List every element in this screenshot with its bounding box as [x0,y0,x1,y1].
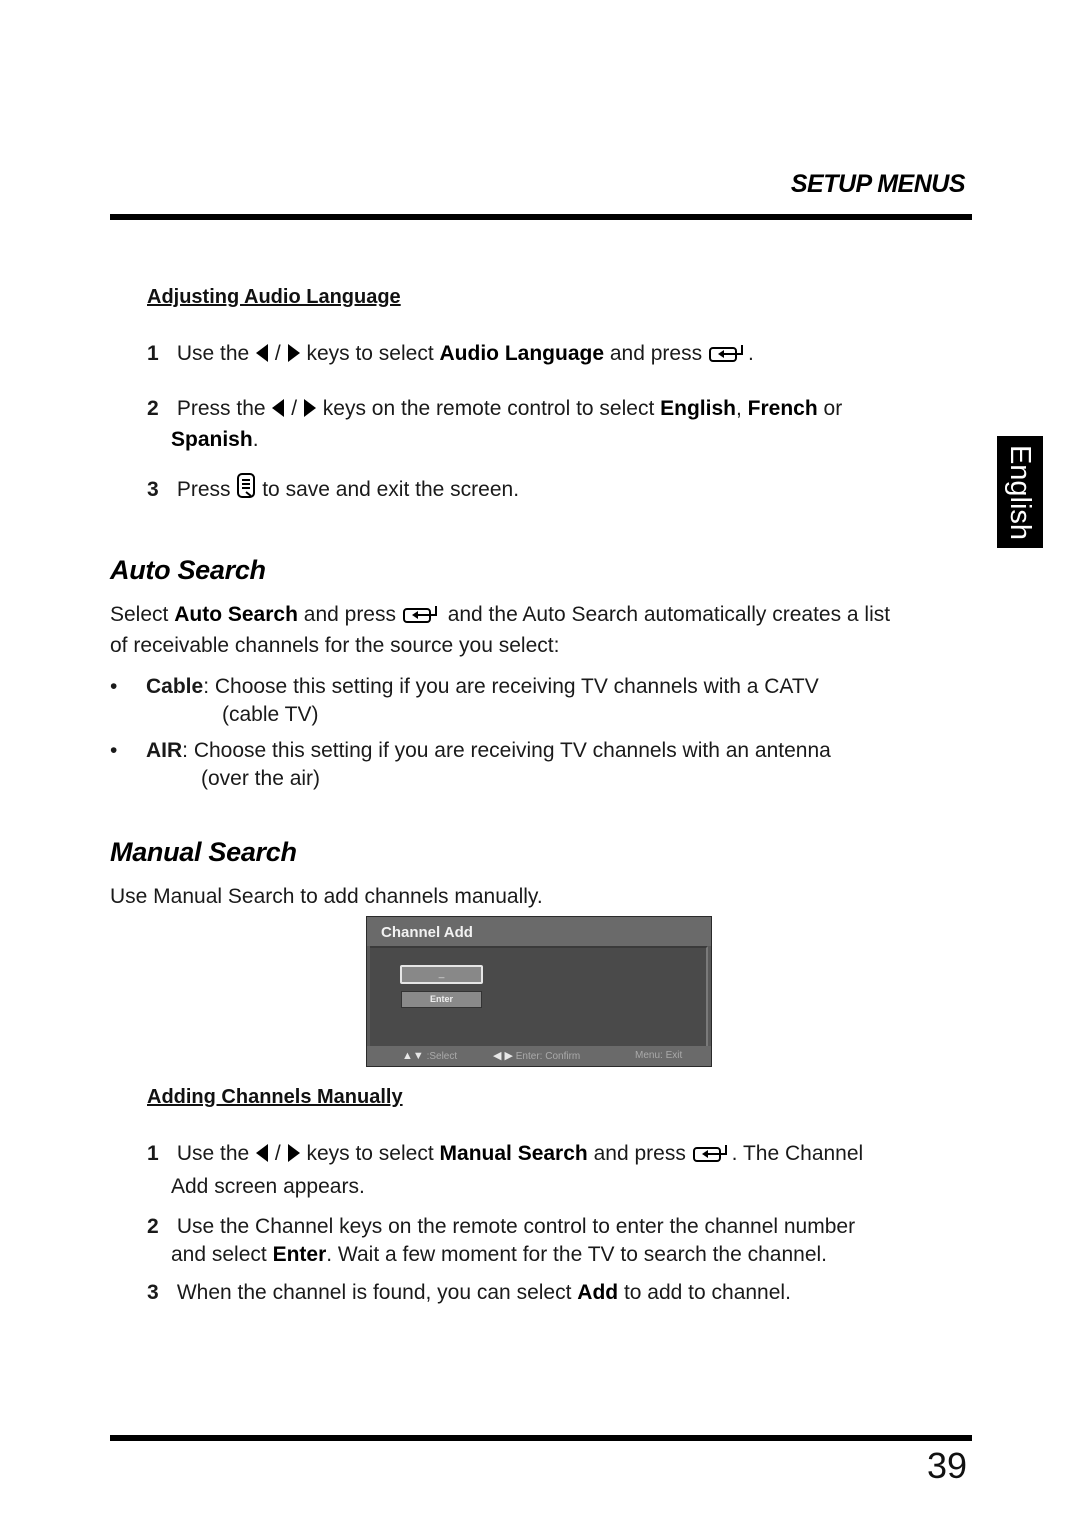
channel-add-footer: ▲▼ :Select ◀ ▶ Enter: Confirm Menu: Exit [367,1046,711,1066]
hint-text: :Select [426,1051,458,1062]
step-text: and press [593,1142,686,1165]
para-emphasis: Auto Search [174,603,298,626]
step-emphasis: Enter [272,1243,327,1266]
step-continuation: Spanish. [147,426,977,454]
step-text: . [747,342,754,365]
manual-step-3: 3 When the channel is found, you can sel… [147,1279,977,1307]
step-text: keys to select [306,342,434,365]
left-arrow-key-icon [255,1143,269,1171]
auto-search-intro: Select Auto Search and press and the Aut… [110,601,980,660]
footer-divider [110,1435,972,1441]
key-separator: / [274,1142,281,1165]
step-text: keys on the remote control to select [322,397,655,420]
step-text: . Wait a few moment for the TV to search… [326,1243,828,1266]
step-continuation: Add screen appears. [171,1175,365,1198]
left-right-arrows-icon: ◀ ▶ [493,1050,513,1062]
step-text: . [252,428,259,451]
para-text: and the Auto Search automatically create… [447,603,891,626]
right-arrow-key-icon [303,398,317,426]
up-down-arrows-icon: ▲▼ [402,1050,424,1062]
manual-step-2: 2 Use the Channel keys on the remote con… [147,1213,977,1269]
step-continuation: and select Enter. Wait a few moment for … [147,1241,977,1269]
audio-step-1: 1 Use the / keys to select Audio Languag… [147,340,754,371]
side-tab-label: English [1004,444,1037,540]
step-text: Press [176,478,231,501]
hint-confirm: ◀ ▶ Enter: Confirm [493,1046,580,1067]
left-arrow-key-icon [271,398,285,426]
left-arrow-key-icon [255,343,269,371]
header-divider [110,214,972,220]
enter-key-icon [708,343,748,371]
step-text: Press the [176,397,266,420]
channel-add-body: _ Enter [370,946,708,1047]
step-text: and press [609,342,703,365]
bullet-text: : Choose this setting if you are receivi… [182,739,831,762]
manual-search-intro: Use Manual Search to add channels manual… [110,885,543,908]
hint-select: ▲▼ :Select [402,1046,457,1067]
menu-key-icon [236,473,256,507]
bullet-text: (cable TV) [222,703,319,726]
right-arrow-key-icon [287,1143,301,1171]
audio-step-2: 2 Press the / keys on the remote control… [147,395,977,454]
step-text: Use the [176,1142,250,1165]
bullet-term: AIR [146,739,183,762]
section-title-auto-search: Auto Search [110,555,266,585]
step-text: Use the Channel keys on the remote contr… [176,1215,856,1238]
bullet-term: Cable [146,675,204,698]
step-emphasis: Audio Language [439,342,605,365]
enter-key-icon [692,1143,732,1171]
language-side-tab: English [997,436,1043,548]
right-arrow-key-icon [287,343,301,371]
step-number: 1 [147,1142,159,1165]
step-text: to save and exit the screen. [262,478,520,501]
bullet-dot: • [110,675,118,698]
channel-add-screen: Channel Add _ Enter ▲▼ :Select ◀ ▶ Enter… [366,916,712,1067]
step-text: Use the [176,342,250,365]
bullet-air: • AIR: Choose this setting if you are rec… [110,737,980,793]
step-text: . The Channel [731,1142,864,1165]
step-text: and select [171,1243,267,1266]
step-text: When the channel is found, you can selec… [176,1281,572,1304]
hint-text: Enter: Confirm [515,1051,581,1062]
step-text: , [735,397,742,420]
bullet-text: : Choose this setting if you are receivi… [203,675,819,698]
step-number: 1 [147,342,159,365]
step-text: to add to channel. [623,1281,791,1304]
step-emphasis: Add [577,1281,619,1304]
bullet-dot: • [110,739,118,762]
step-text: keys to select [306,1142,434,1165]
section-title-manual-search: Manual Search [110,837,297,867]
bullet-cable: • Cable: Choose this setting if you are r… [110,673,980,729]
step-number: 2 [147,397,159,420]
para-text: and press [303,603,396,626]
enter-button[interactable]: Enter [401,991,482,1008]
key-separator: / [291,397,298,420]
step-emphasis: Manual Search [439,1142,588,1165]
manual-step-1: 1 Use the / keys to select Manual Search… [147,1140,977,1201]
page-number: 39 [926,1445,967,1486]
audio-step-3: 3 Press to save and exit the screen. [147,473,519,507]
channel-number-input[interactable]: _ [400,965,483,984]
key-separator: / [274,342,281,365]
step-emphasis: English [660,397,736,420]
hint-exit: Menu: Exit [635,1050,683,1061]
step-emphasis: French [747,397,818,420]
enter-key-icon [402,604,442,632]
subheading-audio-language: Adjusting Audio Language [147,286,401,308]
step-number: 3 [147,478,159,501]
para-text: of receivable channels for the source yo… [110,634,560,657]
step-emphasis: Spanish [171,428,253,451]
step-text: or [823,397,843,420]
para-text: Select [110,603,169,626]
section-header-label: SETUP MENUS [790,170,966,198]
channel-add-title: Channel Add [367,917,711,946]
step-number: 2 [147,1215,159,1238]
step-number: 3 [147,1281,159,1304]
bullet-text: (over the air) [201,767,321,790]
subheading-adding-channels: Adding Channels Manually [147,1086,403,1108]
